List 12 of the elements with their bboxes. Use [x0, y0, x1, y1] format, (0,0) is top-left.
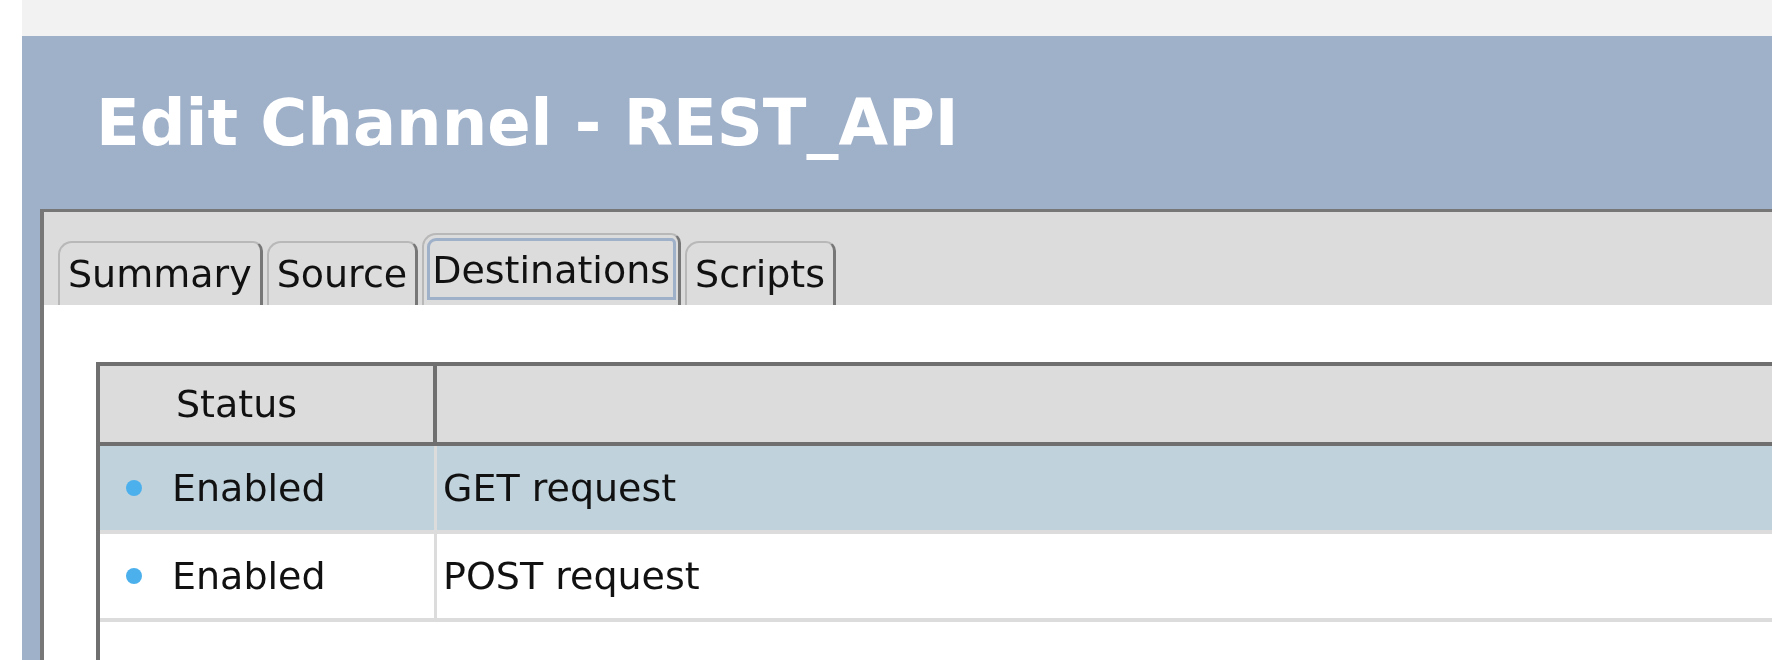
tab[interactable]: Source — [266, 241, 419, 305]
table-cell-text: GET request — [442, 465, 678, 512]
status-text: Enabled — [172, 466, 326, 510]
column-header[interactable]: Status — [100, 366, 437, 446]
tab[interactable]: Scripts — [685, 241, 837, 305]
table-row[interactable]: Enabled POST request — [100, 534, 1772, 622]
status-text: Enabled — [172, 554, 326, 598]
table-cell-text: POST request — [442, 553, 701, 600]
tab[interactable]: Summary — [58, 241, 263, 305]
table-row[interactable]: Enabled GET request — [100, 446, 1772, 534]
window-title: Edit Channel - REST_API — [95, 84, 960, 162]
tab[interactable]: Destinations — [422, 233, 681, 305]
